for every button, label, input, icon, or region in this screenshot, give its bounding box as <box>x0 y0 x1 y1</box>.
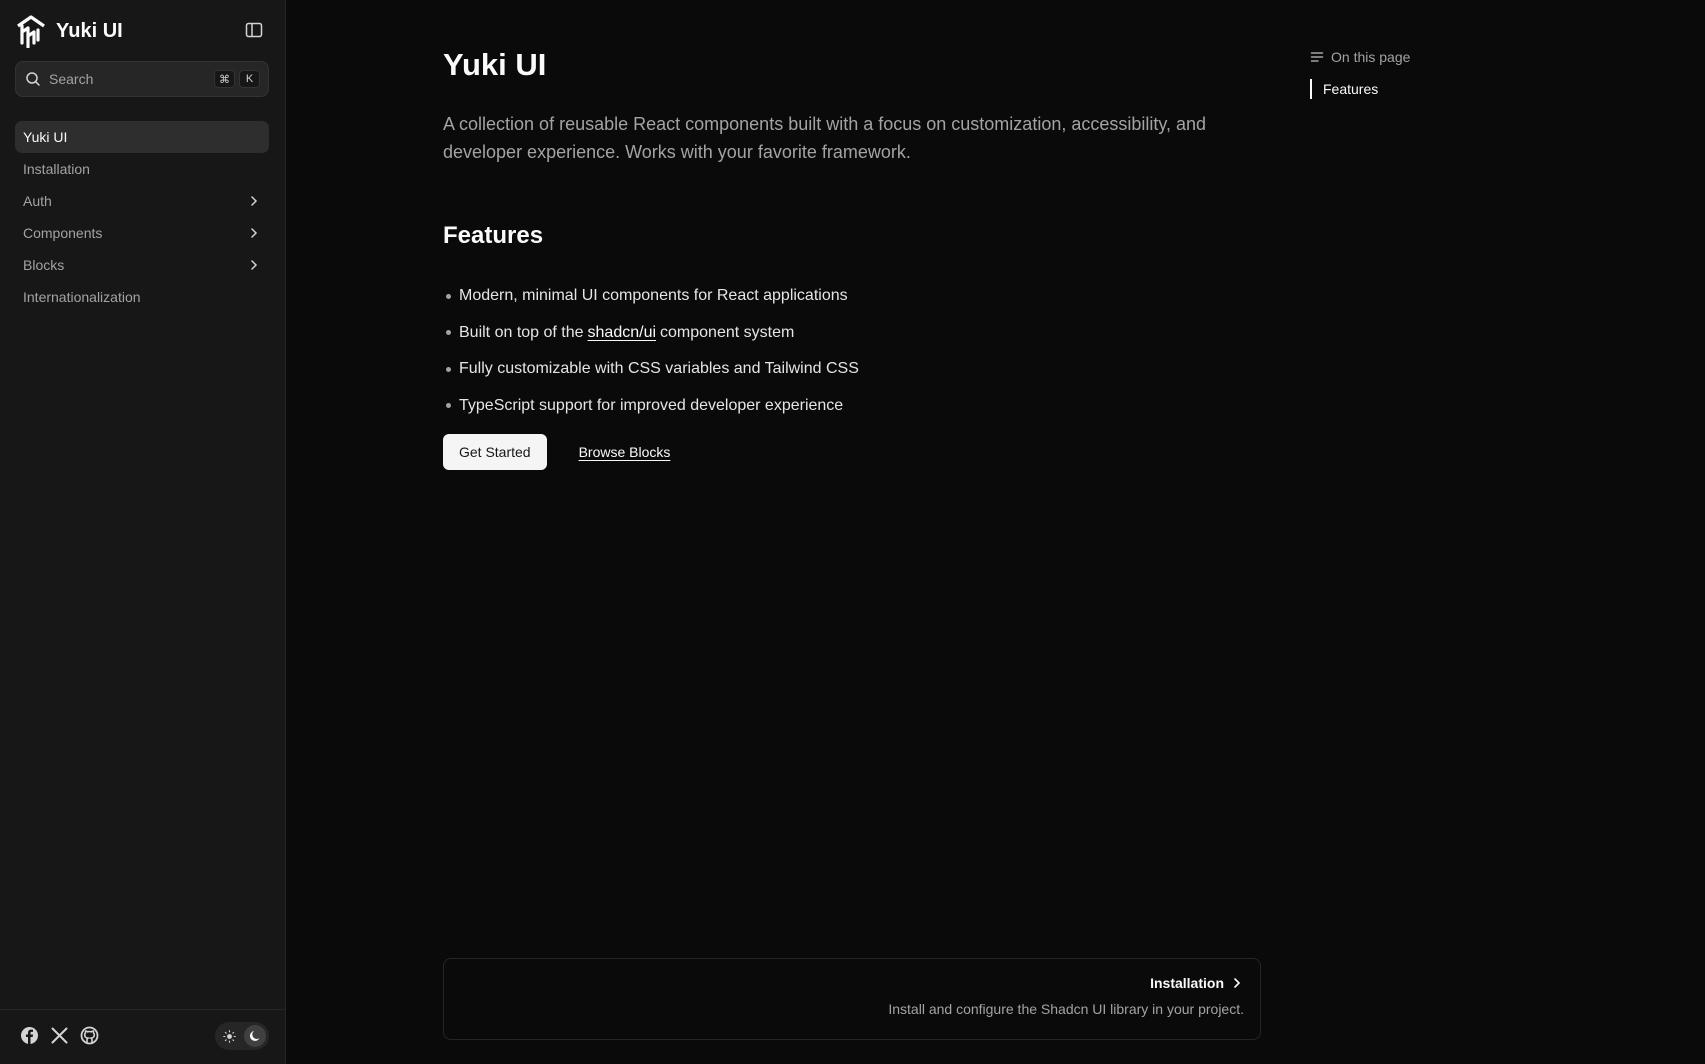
next-page-card[interactable]: Installation Install and configure the S… <box>443 958 1261 1040</box>
sidebar-item-auth[interactable]: Auth <box>15 185 269 217</box>
bullet <box>446 366 451 372</box>
sidebar-toggle-icon[interactable] <box>244 20 264 40</box>
list-item: Fully customizable with CSS variables an… <box>443 351 859 388</box>
facebook-icon[interactable] <box>20 1026 39 1045</box>
features-list: Modern, minimal UI components for React … <box>443 278 859 424</box>
list-item: Modern, minimal UI components for React … <box>443 278 859 315</box>
toc-heading-row: On this page <box>1310 49 1510 65</box>
brand[interactable]: Yuki UI <box>14 14 123 48</box>
cta-actions: Get Started Browse Blocks <box>443 434 670 470</box>
chevron-right-icon <box>251 196 258 206</box>
sidebar-item-label: Auth <box>23 193 52 209</box>
feature-text: Fully customizable with CSS variables an… <box>459 360 859 378</box>
theme-toggle <box>215 1022 269 1050</box>
bullet <box>446 330 451 336</box>
yuki-logo-icon <box>17 15 45 48</box>
page-description: A collection of reusable React component… <box>443 114 1207 162</box>
page-title: Yuki UI <box>443 47 547 82</box>
feature-text: component system <box>660 323 795 341</box>
bullet <box>446 403 451 409</box>
toc-link-features[interactable]: Features <box>1310 79 1510 99</box>
sidebar-item-installation[interactable]: Installation <box>15 153 269 185</box>
next-page-description: Install and configure the Shadcn UI libr… <box>888 1001 1244 1017</box>
feature-text: Built on top of the <box>459 323 584 341</box>
text-align-left-icon <box>1310 52 1324 62</box>
sun-icon <box>222 1029 236 1043</box>
github-icon[interactable] <box>80 1026 99 1045</box>
feature-text: TypeScript support for improved develope… <box>459 396 844 414</box>
kbd-k: K <box>239 70 260 88</box>
sidebar: Yuki UI Search ⌘ K Yuki UI Installation … <box>0 0 286 1064</box>
kbd-cmd: ⌘ <box>214 70 235 88</box>
chevron-right-icon <box>1234 978 1241 988</box>
sidebar-item-label: Yuki UI <box>23 129 68 145</box>
chevron-right-icon <box>251 228 258 238</box>
search-icon <box>26 72 40 86</box>
browse-blocks-link[interactable]: Browse Blocks <box>579 444 671 460</box>
sidebar-item-yuki-ui[interactable]: Yuki UI <box>15 121 269 153</box>
bullet <box>446 293 451 299</box>
search-button[interactable]: Search ⌘ K <box>15 61 269 97</box>
next-page-title-row: Installation <box>444 975 1244 991</box>
dark-theme-button[interactable] <box>244 1025 266 1047</box>
light-theme-button[interactable] <box>218 1025 240 1047</box>
next-page-title: Installation <box>1150 975 1224 991</box>
sidebar-item-components[interactable]: Components <box>15 217 269 249</box>
sidebar-item-label: Internationalization <box>23 289 141 305</box>
sidebar-item-blocks[interactable]: Blocks <box>15 249 269 281</box>
features-heading: Features <box>443 222 544 249</box>
shadcn-ui-link[interactable]: shadcn/ui <box>588 324 657 342</box>
toc-heading: On this page <box>1331 49 1411 65</box>
x-icon[interactable] <box>50 1026 69 1045</box>
sidebar-item-label: Components <box>23 225 103 241</box>
sidebar-footer <box>0 1009 285 1064</box>
moon-icon <box>249 1031 260 1041</box>
sidebar-nav: Yuki UI Installation Auth Components Blo… <box>15 121 269 313</box>
sidebar-item-internationalization[interactable]: Internationalization <box>15 281 269 313</box>
brand-name: Yuki UI <box>56 19 123 42</box>
list-item: TypeScript support for improved develope… <box>443 388 859 425</box>
list-item: Built on top of the shadcn/ui component … <box>443 315 859 352</box>
social-links <box>20 1026 99 1045</box>
chevron-right-icon <box>251 260 258 270</box>
search-label: Search <box>49 71 94 87</box>
get-started-button[interactable]: Get Started <box>443 434 547 470</box>
feature-text: Modern, minimal UI components for React … <box>459 287 848 305</box>
sidebar-item-label: Installation <box>23 161 90 177</box>
sidebar-item-label: Blocks <box>23 257 65 273</box>
table-of-contents: On this page Features <box>1310 49 1510 99</box>
